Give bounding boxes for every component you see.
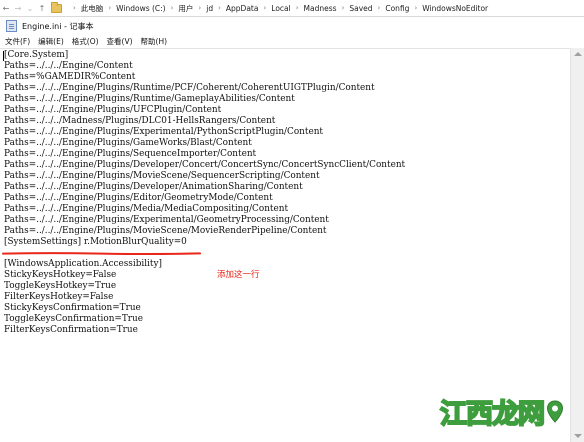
breadcrumb-item[interactable]: Config [385, 4, 409, 13]
scroll-up-arrow-icon[interactable] [574, 52, 582, 56]
breadcrumb-item[interactable]: WindowsNoEditor [422, 4, 488, 13]
text-line: Paths=../../../Engine/Plugins/Runtime/Ga… [4, 94, 295, 104]
vertical-scrollbar[interactable] [570, 48, 584, 442]
menu-item[interactable]: 查看(V) [102, 36, 136, 47]
text-line: Paths=../../../Engine/Plugins/MovieScene… [4, 171, 320, 181]
breadcrumb-item[interactable]: Windows (C:) [116, 4, 165, 13]
watermark-text: 江西龙网 [439, 398, 546, 431]
text-line: Paths=../../../Engine/Plugins/GameWorks/… [4, 138, 252, 148]
breadcrumb-separator-icon[interactable]: › [73, 4, 76, 12]
menu-bar: 文件(F) 编辑(E) 格式(O) 查看(V) 帮助(H) [0, 35, 584, 48]
text-line: FilterKeysHotkey=False [4, 292, 114, 302]
window-title: Engine.ini - 记事本 [22, 21, 94, 31]
annotation-note: 添加这一行 [217, 270, 260, 280]
breadcrumb-separator-icon[interactable]: › [378, 4, 381, 12]
text-line: Paths=../../../Engine/Plugins/Editor/Geo… [4, 193, 273, 203]
notepad-icon [6, 20, 17, 32]
text-line: Paths=../../../Engine/Content [4, 61, 133, 71]
text-line: Paths=../../../Engine/Plugins/MovieScene… [4, 226, 327, 236]
text-line: Paths=../../../Engine/Plugins/Experiment… [4, 215, 329, 225]
text-line: Paths=../../../Engine/Plugins/SequenceIm… [4, 149, 257, 159]
back-arrow-icon[interactable]: ← [0, 4, 12, 13]
breadcrumb-item[interactable]: Saved [349, 4, 372, 13]
breadcrumb-item[interactable]: Madness [304, 4, 337, 13]
breadcrumb-separator-icon[interactable]: › [342, 4, 345, 12]
breadcrumb-separator-icon[interactable]: › [108, 4, 111, 12]
location-pin-icon [546, 399, 564, 423]
text-line: [WindowsApplication.Accessibility] [4, 259, 162, 269]
text-line: StickyKeysHotkey=False [4, 270, 117, 280]
breadcrumb-separator-icon[interactable]: › [218, 4, 221, 12]
breadcrumb-item[interactable]: Local [271, 4, 290, 13]
breadcrumb-separator-icon[interactable]: › [296, 4, 299, 12]
breadcrumb-separator-icon[interactable]: › [414, 4, 417, 12]
menu-item[interactable]: 帮助(H) [136, 36, 171, 47]
text-line: ToggleKeysConfirmation=True [4, 314, 143, 324]
breadcrumb-item[interactable]: 此电脑 [81, 3, 104, 14]
breadcrumb: › 此电脑 › Windows (C:) › 用户 › jd › AppData › Local › Ma… [68, 3, 488, 14]
text-line: Paths=../../../Madness/Plugins/DLC01-Hel… [4, 116, 276, 126]
explorer-address-bar: ← → ⌄ ↑ › 此电脑 › Windows (C:) › 用户 › jd › AppData ›… [0, 0, 584, 17]
folder-icon [51, 1, 62, 13]
breadcrumb-separator-icon[interactable]: › [263, 4, 266, 12]
text-line: ToggleKeysHotkey=True [4, 281, 117, 291]
menu-item[interactable]: 文件(F) [0, 36, 33, 47]
text-line: Paths=../../../Engine/Plugins/Experiment… [4, 127, 323, 137]
red-underline-annotation [2, 252, 201, 255]
text-line: Paths=../../../Engine/Plugins/UFCPlugin/… [4, 105, 222, 115]
text-line: StickyKeysConfirmation=True [4, 303, 141, 313]
watermark-logo: 江西龙网 [439, 392, 564, 431]
text-line: Paths=../../../Engine/Plugins/Runtime/PC… [4, 83, 375, 93]
breadcrumb-item[interactable]: jd [206, 4, 213, 13]
text-line: Paths=%GAMEDIR%Content [4, 72, 136, 82]
menu-item[interactable]: 格式(O) [67, 36, 102, 47]
text-editor[interactable]: 添加这一行 [Core.System] Paths=../../../Engine… [0, 48, 570, 442]
breadcrumb-separator-icon[interactable]: › [171, 4, 174, 12]
breadcrumb-item[interactable]: AppData [226, 4, 259, 13]
text-line: [Core.System] [4, 50, 69, 60]
text-line: [SystemSettings] r.MotionBlurQuality=0 [4, 237, 187, 247]
text-line: Paths=../../../Engine/Plugins/Media/Medi… [4, 204, 289, 214]
text-line: Paths=../../../Engine/Plugins/Developer/… [4, 182, 303, 192]
text-line: Paths=../../../Engine/Plugins/Developer/… [4, 160, 406, 170]
text-line: FilterKeysConfirmation=True [4, 325, 138, 335]
forward-arrow-icon[interactable]: → [12, 4, 24, 13]
dropdown-chevron-icon[interactable]: ⌄ [24, 4, 36, 13]
up-arrow-icon[interactable]: ↑ [36, 4, 48, 13]
breadcrumb-separator-icon[interactable]: › [198, 4, 201, 12]
window-title-bar: Engine.ini - 记事本 [0, 17, 584, 35]
scroll-down-arrow-icon[interactable] [574, 434, 582, 438]
breadcrumb-item[interactable]: 用户 [178, 3, 193, 14]
menu-item[interactable]: 编辑(E) [33, 36, 67, 47]
